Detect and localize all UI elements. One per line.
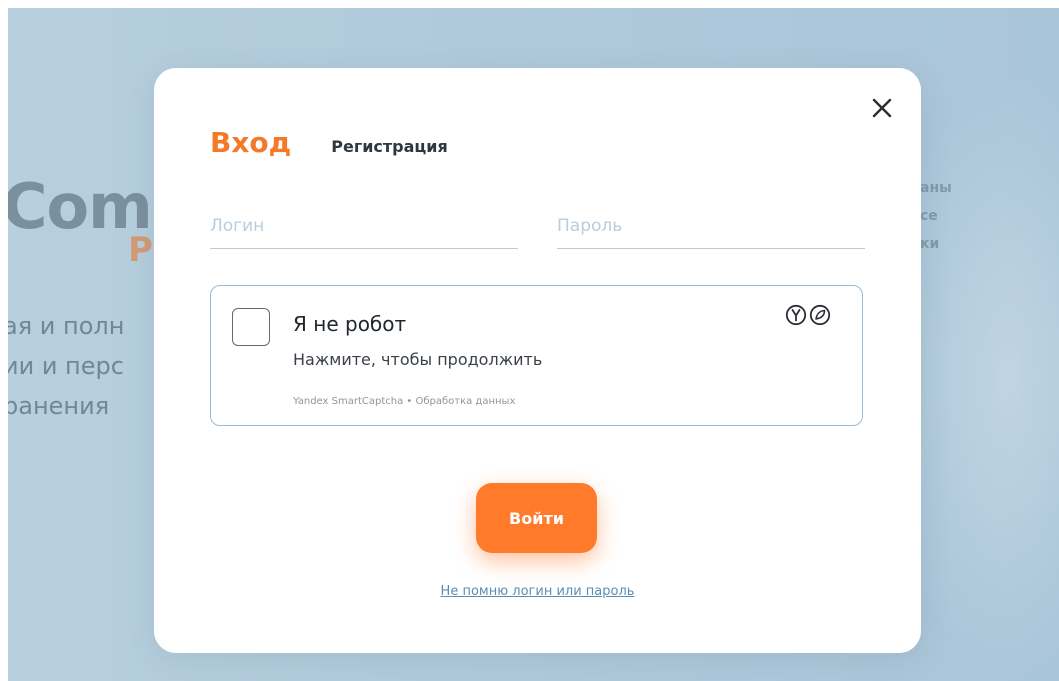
close-icon bbox=[872, 98, 892, 118]
background-tagline-line: ая и полн bbox=[8, 312, 125, 340]
captcha-widget: Я не робот Нажмите, чтобы продолжить Yan… bbox=[210, 285, 863, 426]
background-side-line: ки bbox=[920, 236, 940, 252]
captcha-checkbox[interactable] bbox=[232, 308, 270, 346]
background-tagline-line: ранения bbox=[8, 392, 110, 420]
login-input[interactable] bbox=[210, 208, 518, 249]
close-button[interactable] bbox=[866, 92, 898, 124]
background-tagline-line: ии и перс bbox=[8, 352, 124, 380]
yandex-smartcaptcha-logo-icon bbox=[785, 304, 831, 326]
auth-tabs: Вход Регистрация bbox=[210, 126, 448, 159]
captcha-title: Я не робот bbox=[293, 312, 407, 336]
captcha-footer[interactable]: Yandex SmartCaptcha • Обработка данных bbox=[293, 396, 515, 407]
background-tagline: ая и полн ии и перс ранения bbox=[8, 306, 124, 426]
background-side-line: се bbox=[920, 208, 938, 224]
yandex-y-icon bbox=[785, 304, 807, 326]
captcha-subtitle: Нажмите, чтобы продолжить bbox=[293, 350, 543, 369]
background-side-line: аны bbox=[920, 180, 952, 196]
login-submit-button[interactable]: Войти bbox=[476, 483, 597, 553]
forgot-password-link[interactable]: Не помню логин или пароль bbox=[154, 584, 921, 599]
password-input[interactable] bbox=[557, 208, 865, 249]
background-brand-sub: Р bbox=[128, 230, 153, 270]
tab-login[interactable]: Вход bbox=[210, 126, 291, 159]
tab-register[interactable]: Регистрация bbox=[331, 137, 448, 156]
smartcaptcha-leaf-icon bbox=[809, 304, 831, 326]
background-side-text: аны се ки bbox=[920, 174, 952, 258]
login-modal: Вход Регистрация Я не робот Нажмите, что… bbox=[154, 68, 921, 653]
